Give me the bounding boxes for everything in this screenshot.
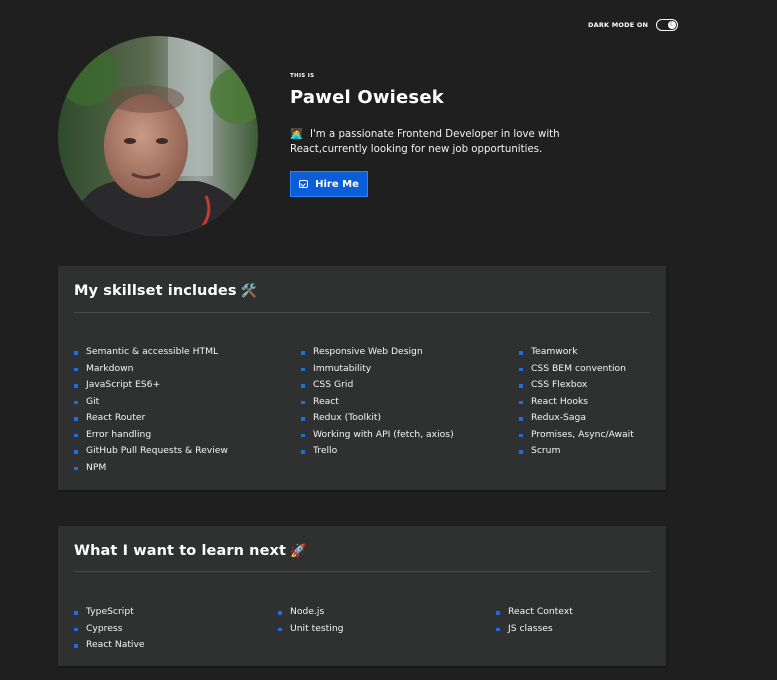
list-item: NPM <box>74 460 228 477</box>
skills-column-2: Responsive Web Design Immutability CSS Gri… <box>301 344 454 460</box>
skills-title: My skillset includes 🛠️ <box>74 283 257 299</box>
learn-card: What I want to learn next 🚀 TypeScript Cyp… <box>58 526 666 666</box>
intro-text: I'm a passionate Frontend Developer in l… <box>290 129 560 155</box>
list-item: Redux-Saga <box>519 410 634 427</box>
list-item: Working with API (fetch, axios) <box>301 427 454 444</box>
skills-card: My skillset includes 🛠️ Semantic & access… <box>58 266 666 490</box>
skills-divider <box>74 312 650 313</box>
tools-icon: 🛠️ <box>240 284 257 299</box>
list-item: JavaScript ES6+ <box>74 377 228 394</box>
list-item: Promises, Async/Await <box>519 427 634 444</box>
skills-title-text: My skillset includes <box>74 283 237 299</box>
list-item: React Router <box>74 410 228 427</box>
list-item: React Context <box>496 604 573 621</box>
list-item: Immutability <box>301 361 454 378</box>
list-item: Trello <box>301 443 454 460</box>
dark-mode-switch[interactable]: DARK MODE ON ☾ <box>588 19 679 31</box>
list-item: CSS BEM convention <box>519 361 634 378</box>
list-item: Node.js <box>278 604 343 621</box>
skills-column-3: Teamwork CSS BEM convention CSS Flexbox Rea… <box>519 344 634 460</box>
hire-me-label: Hire Me <box>315 178 359 190</box>
list-item: Scrum <box>519 443 634 460</box>
page-title: Pawel Owiesek <box>290 87 444 108</box>
list-item: Markdown <box>74 361 228 378</box>
learn-title: What I want to learn next 🚀 <box>74 543 306 559</box>
intro-description: 🧑‍💻 I'm a passionate Frontend Developer i… <box>290 127 620 157</box>
list-item: GitHub Pull Requests & Review <box>74 443 228 460</box>
moon-icon: ☾ <box>668 21 677 29</box>
dark-mode-toggle[interactable]: ☾ <box>656 19 679 31</box>
intro-eyebrow: THIS IS <box>290 73 315 79</box>
list-item: Responsive Web Design <box>301 344 454 361</box>
learn-column-1: TypeScript Cypress React Native <box>74 604 145 654</box>
list-item: JS classes <box>496 621 573 638</box>
skills-column-1: Semantic & accessible HTML Markdown JavaSc… <box>74 344 228 476</box>
list-item: Teamwork <box>519 344 634 361</box>
laptop-icon: 🧑‍💻 <box>290 129 303 140</box>
learn-divider <box>74 571 650 572</box>
list-item: Unit testing <box>278 621 343 638</box>
learn-column-2: Node.js Unit testing <box>278 604 343 637</box>
list-item: React Native <box>74 637 145 654</box>
list-item: Error handling <box>74 427 228 444</box>
list-item: Semantic & accessible HTML <box>74 344 228 361</box>
list-item: CSS Grid <box>301 377 454 394</box>
list-item: Cypress <box>74 621 145 638</box>
envelope-icon <box>299 180 309 188</box>
learn-title-text: What I want to learn next <box>74 543 286 559</box>
list-item: Redux (Toolkit) <box>301 410 454 427</box>
rocket-icon: 🚀 <box>290 544 307 559</box>
list-item: React Hooks <box>519 394 634 411</box>
list-item: CSS Flexbox <box>519 377 634 394</box>
learn-column-3: React Context JS classes <box>496 604 573 637</box>
list-item: React <box>301 394 454 411</box>
list-item: Git <box>74 394 228 411</box>
hire-me-button[interactable]: Hire Me <box>290 171 368 197</box>
dark-mode-label: DARK MODE ON <box>588 21 649 29</box>
avatar <box>58 36 258 236</box>
list-item: TypeScript <box>74 604 145 621</box>
